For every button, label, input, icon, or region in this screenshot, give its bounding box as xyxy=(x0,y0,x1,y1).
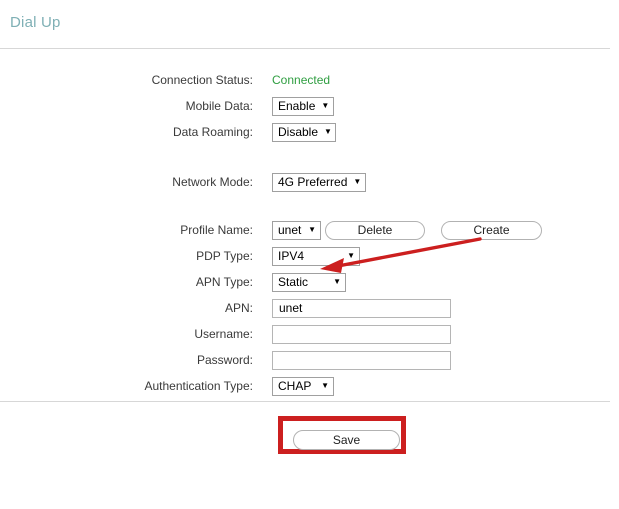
label-apn: APN: xyxy=(224,301,253,315)
row-username: Username: xyxy=(0,321,619,347)
footer-area: Save xyxy=(0,402,619,492)
row-password: Password: xyxy=(0,347,619,373)
select-network-mode[interactable]: 4G Preferred ▼ xyxy=(272,172,366,192)
select-profile-name[interactable]: unet ▼ xyxy=(272,220,321,240)
label-mobile-data: Mobile Data: xyxy=(185,99,253,113)
chevron-down-icon: ▼ xyxy=(321,381,329,390)
control-profile-name: unet ▼ Delete Create xyxy=(272,220,542,240)
select-mobile-data-value: Enable xyxy=(278,98,316,113)
label-authentication-type: Authentication Type: xyxy=(144,379,253,393)
row-data-roaming: Data Roaming: Disable ▼ xyxy=(0,119,619,145)
control-network-mode: 4G Preferred ▼ xyxy=(272,172,366,192)
page-header: Dial Up xyxy=(0,0,619,48)
control-mobile-data: Enable ▼ xyxy=(272,96,334,116)
row-apn: APN: xyxy=(0,295,619,321)
select-network-mode-value: 4G Preferred xyxy=(278,174,348,189)
select-authentication-type-value: CHAP xyxy=(278,378,312,393)
row-authentication-type: Authentication Type: CHAP ▼ xyxy=(0,373,619,399)
control-apn xyxy=(272,298,451,318)
select-data-roaming[interactable]: Disable ▼ xyxy=(272,122,336,142)
save-highlight-annotation: Save xyxy=(278,416,406,454)
control-password xyxy=(272,350,451,370)
dial-up-form: Connection Status: Connected Mobile Data… xyxy=(0,49,619,401)
chevron-down-icon: ▼ xyxy=(347,251,355,260)
control-authentication-type: CHAP ▼ xyxy=(272,376,334,396)
label-apn-type: APN Type: xyxy=(195,275,253,289)
label-connection-status: Connection Status: xyxy=(151,73,253,87)
page-title: Dial Up xyxy=(10,14,61,31)
select-pdp-type[interactable]: IPV4 ▼ xyxy=(272,246,360,266)
control-pdp-type: IPV4 ▼ xyxy=(272,246,360,266)
row-connection-status: Connection Status: Connected xyxy=(0,67,619,93)
label-network-mode: Network Mode: xyxy=(172,175,253,189)
username-input[interactable] xyxy=(272,324,451,344)
select-profile-name-value: unet xyxy=(278,222,302,237)
select-apn-type[interactable]: Static ▼ xyxy=(272,272,346,292)
password-input[interactable] xyxy=(272,350,451,370)
chevron-down-icon: ▼ xyxy=(353,177,362,186)
label-password: Password: xyxy=(196,353,253,367)
label-username: Username: xyxy=(194,327,253,341)
chevron-down-icon: ▼ xyxy=(308,225,316,234)
select-mobile-data[interactable]: Enable ▼ xyxy=(272,96,334,116)
select-data-roaming-value: Disable xyxy=(278,124,319,139)
control-username xyxy=(272,324,451,344)
label-profile-name: Profile Name: xyxy=(180,223,253,237)
row-pdp-type: PDP Type: IPV4 ▼ xyxy=(0,243,619,269)
label-data-roaming: Data Roaming: xyxy=(172,125,253,139)
control-connection-status: Connected xyxy=(272,73,330,87)
control-apn-type: Static ▼ xyxy=(272,272,346,292)
label-pdp-type: PDP Type: xyxy=(196,249,253,263)
select-pdp-type-value: IPV4 xyxy=(278,248,305,263)
create-profile-button[interactable]: Create xyxy=(441,220,542,240)
row-profile-name: Profile Name: unet ▼ Delete Create xyxy=(0,217,619,243)
delete-profile-button[interactable]: Delete xyxy=(325,220,425,240)
chevron-down-icon: ▼ xyxy=(333,277,341,286)
control-data-roaming: Disable ▼ xyxy=(272,122,336,142)
apn-input[interactable] xyxy=(272,298,451,318)
chevron-down-icon: ▼ xyxy=(321,101,330,110)
select-authentication-type[interactable]: CHAP ▼ xyxy=(272,376,334,396)
select-apn-type-value: Static xyxy=(278,274,309,289)
row-mobile-data: Mobile Data: Enable ▼ xyxy=(0,93,619,119)
save-button[interactable]: Save xyxy=(293,430,400,450)
status-badge-connection: Connected xyxy=(272,73,331,87)
row-apn-type: APN Type: Static ▼ xyxy=(0,269,619,295)
chevron-down-icon: ▼ xyxy=(324,127,332,136)
row-network-mode: Network Mode: 4G Preferred ▼ xyxy=(0,169,619,195)
